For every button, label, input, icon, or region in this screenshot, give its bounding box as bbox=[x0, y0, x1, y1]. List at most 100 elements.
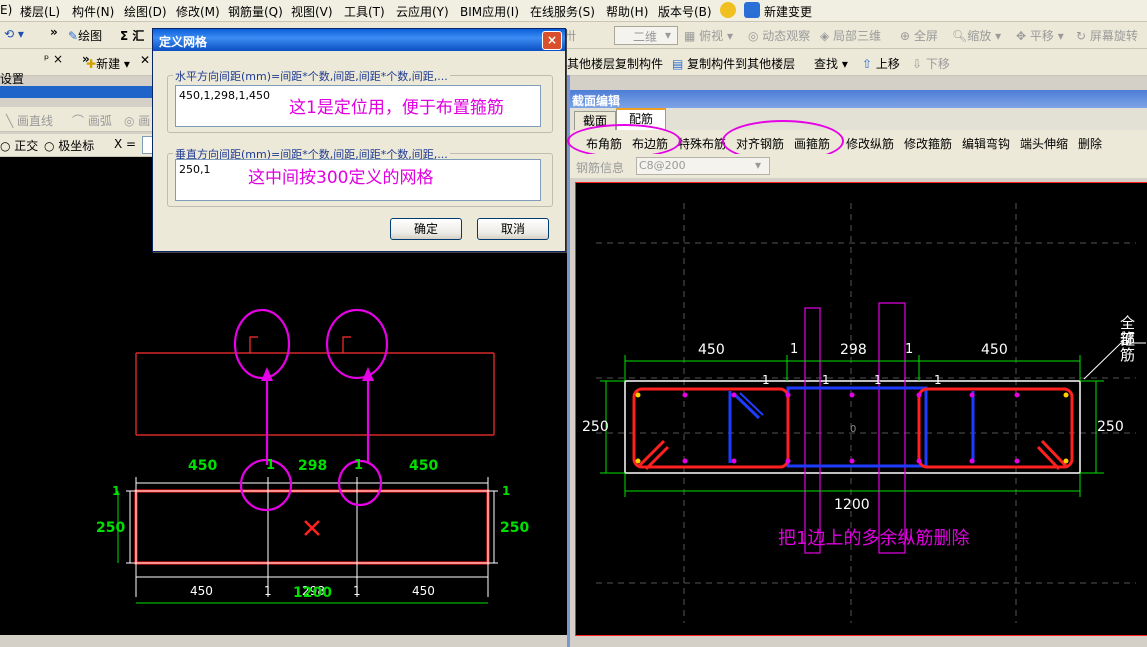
copy-to-other-floor-button[interactable]: ▤ 复制构件到其他楼层 bbox=[672, 55, 795, 72]
vertical-spacing-input[interactable]: 250,1 这中间按300定义的网格 bbox=[175, 159, 541, 201]
find-button[interactable]: 查找 ▾ bbox=[814, 55, 848, 72]
copy-from-other-floor-button[interactable]: 其他楼层复制构件 bbox=[567, 55, 663, 72]
highlight-circle bbox=[325, 308, 389, 380]
face-icon[interactable] bbox=[720, 2, 736, 18]
draw-label: 绘图 bbox=[78, 29, 103, 43]
x-label: X = bbox=[114, 137, 137, 151]
line-tool[interactable]: ╲ 画直线 bbox=[6, 112, 53, 129]
top-view-button[interactable]: ▦ 俯视 ▾ bbox=[684, 27, 733, 44]
rebar-info-input[interactable]: C8@200 ▾ bbox=[636, 157, 770, 175]
settings-panel-label: 设置 bbox=[0, 72, 25, 86]
delete-extra-bars-note: 把1边上的多余纵筋删除 bbox=[778, 528, 970, 549]
view-mode-select[interactable]: 二维 ▾ bbox=[614, 26, 678, 45]
close-icon[interactable]: × bbox=[542, 31, 562, 50]
section-inner-dim: 1 bbox=[762, 373, 770, 387]
highlight-circle bbox=[233, 308, 291, 380]
section-dim-450-left: 450 bbox=[698, 342, 725, 358]
dialog-title: 定义网格 bbox=[159, 35, 208, 49]
ok-button[interactable]: 确定 bbox=[390, 218, 462, 240]
menu-help[interactable]: 帮助(H) bbox=[606, 3, 648, 20]
menu-floor[interactable]: 楼层(L) bbox=[20, 3, 60, 20]
horizontal-spacing-input[interactable]: 450,1,298,1,450 这1是定位用，便于布置箍筋 bbox=[175, 85, 541, 127]
menu-rebar-quantity[interactable]: 钢筋量(Q) bbox=[228, 3, 283, 20]
menu-bim[interactable]: BIM应用(I) bbox=[460, 3, 519, 20]
draw-button[interactable]: ✎绘图 bbox=[68, 27, 102, 44]
menu-component[interactable]: 构件(N) bbox=[72, 3, 114, 20]
dim-top-450-left: 450 bbox=[188, 458, 218, 474]
zoom-button[interactable]: 🔍︎缩放 ▾ bbox=[952, 27, 1001, 44]
dim-bottom-450-left: 450 bbox=[190, 584, 213, 598]
modify-stirrup-button[interactable]: 修改箍筋 bbox=[904, 135, 952, 152]
zoom-icon: 🔍︎ bbox=[952, 29, 968, 43]
left-status bbox=[0, 635, 570, 647]
move-down-button[interactable]: ⇩ 下移 bbox=[912, 55, 950, 72]
circle-tool[interactable]: ◎ 画 bbox=[124, 112, 150, 129]
dim-right-top-1: 1 bbox=[502, 484, 511, 498]
section-dim-298: 298 bbox=[840, 342, 867, 358]
left-stirrup bbox=[632, 387, 790, 469]
grid-strip-highlight bbox=[804, 307, 821, 554]
orbit-icon: ◎ bbox=[748, 29, 763, 43]
menu-draw[interactable]: 绘图(D) bbox=[124, 3, 167, 20]
view-mode-value: 二维 bbox=[633, 30, 658, 44]
section-dim-1200: 1200 bbox=[834, 497, 870, 513]
fullscreen-button[interactable]: ⊕ 全屏 bbox=[900, 27, 938, 44]
menu-edit[interactable]: E) bbox=[0, 3, 12, 17]
grid-lines bbox=[126, 477, 498, 597]
menu-version[interactable]: 版本号(B) bbox=[658, 3, 712, 20]
undo-button[interactable]: ⟲ ▾ bbox=[4, 27, 24, 41]
dialog-titlebar: 定义网格 × bbox=[153, 29, 565, 51]
pan-button[interactable]: ✥ 平移 ▾ bbox=[1016, 27, 1064, 44]
menu-modify[interactable]: 修改(M) bbox=[176, 3, 220, 20]
special-rebar-button[interactable]: 特殊布筋 bbox=[678, 135, 726, 152]
highlight-ellipse-corner-edge bbox=[567, 124, 681, 158]
orbit-button[interactable]: ◎ 动态观察 bbox=[748, 27, 810, 44]
menu-tools[interactable]: 工具(T) bbox=[344, 3, 385, 20]
partial-3d-button[interactable]: ◈ 局部三维 bbox=[820, 27, 881, 44]
grid-300-note: 这中间按300定义的网格 bbox=[248, 168, 434, 188]
grid-strip-highlight bbox=[878, 302, 906, 554]
arc-tool[interactable]: ⌒ 画弧 bbox=[72, 112, 112, 129]
new-button[interactable]: ✚新建 ▾ bbox=[86, 55, 130, 72]
change-icon bbox=[744, 2, 760, 18]
end-stretch-button[interactable]: 端头伸缩 bbox=[1020, 135, 1068, 152]
center-x-mark bbox=[304, 520, 320, 536]
dim-left-250: 250 bbox=[96, 520, 126, 536]
draw-icon: ✎ bbox=[68, 29, 79, 43]
positioning-note: 这1是定位用，便于布置箍筋 bbox=[289, 98, 504, 118]
cancel-button[interactable]: 取消 bbox=[477, 218, 549, 240]
fullscreen-icon: ⊕ bbox=[900, 29, 914, 43]
rebar-info-bar: 钢筋信息 C8@200 ▾ bbox=[570, 154, 1147, 178]
menu-new-change[interactable]: 新建变更 bbox=[764, 3, 812, 20]
menu-online[interactable]: 在线服务(S) bbox=[530, 3, 595, 20]
panel-pin-close[interactable]: ᵖ × bbox=[44, 52, 63, 66]
new-icon: ✚ bbox=[86, 57, 97, 71]
dim-bottom-450-right: 450 bbox=[412, 584, 435, 598]
polar-radio[interactable]: ○ 极坐标 bbox=[44, 137, 94, 154]
pan-icon: ✥ bbox=[1016, 29, 1030, 43]
section-drawing-svg bbox=[596, 203, 1146, 623]
menu-view[interactable]: 视图(V) bbox=[291, 3, 333, 20]
top-view-icon: ▦ bbox=[684, 29, 700, 43]
cube-icon: ◈ bbox=[820, 29, 834, 43]
delete-button[interactable]: 删除 bbox=[1078, 135, 1102, 152]
move-up-button[interactable]: ⇧ 上移 bbox=[862, 55, 900, 72]
rotate-button[interactable]: ↻ 屏幕旋转 bbox=[1076, 27, 1138, 44]
dim-bottom-1-left: 1 bbox=[264, 584, 272, 598]
arrow-up-icon: ⇧ bbox=[862, 57, 876, 71]
arrow-head bbox=[261, 367, 273, 381]
section-canvas[interactable]: 450 1 298 1 450 1 1 1 1 250 250 0 1200 全… bbox=[575, 182, 1147, 636]
modify-longitudinal-button[interactable]: 修改纵筋 bbox=[846, 135, 894, 152]
section-editor-title: 截面编辑 bbox=[572, 94, 621, 108]
menu-cloud[interactable]: 云应用(Y) bbox=[396, 3, 449, 20]
rebar-info-label: 钢筋信息 bbox=[576, 161, 625, 175]
section-center-mark: 0 bbox=[850, 424, 857, 435]
edit-hook-button[interactable]: 编辑弯钩 bbox=[962, 135, 1010, 152]
horizontal-spacing-value: 450,1,298,1,450 bbox=[179, 89, 270, 102]
dim-top-298: 298 bbox=[298, 458, 328, 474]
dim-right-250: 250 bbox=[500, 520, 530, 536]
section-dim-1-right: 1 bbox=[905, 342, 914, 357]
stirrup-label-line2: 箍筋 bbox=[1120, 330, 1136, 364]
ortho-radio[interactable]: ○ 正交 bbox=[0, 137, 38, 154]
sum-button[interactable]: Σ 汇 bbox=[120, 27, 144, 44]
